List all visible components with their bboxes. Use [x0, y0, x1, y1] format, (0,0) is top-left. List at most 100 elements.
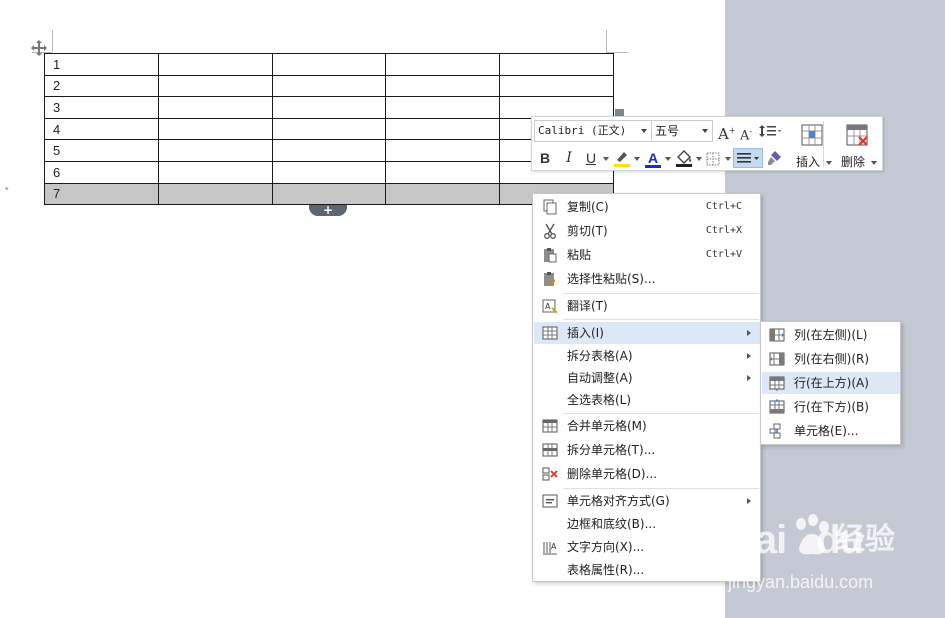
highlight-button[interactable] [612, 148, 632, 168]
table-cell[interactable] [157, 53, 273, 76]
font-size-select[interactable]: 五号 [651, 120, 713, 142]
menu-item-shortcut: Ctrl+C [705, 201, 742, 212]
table-cell[interactable] [271, 139, 387, 162]
menu-item-translate[interactable]: A 翻译(T) [534, 295, 760, 317]
italic-button[interactable]: I [562, 148, 576, 168]
table-cell[interactable] [385, 160, 501, 184]
menu-item-cut[interactable]: 剪切(T) Ctrl+X [534, 220, 760, 242]
menu-item-select-table[interactable]: 全选表格(L) [534, 389, 760, 411]
menu-item-label: 全选表格(L) [567, 393, 632, 407]
insert-col-left-icon [769, 327, 785, 343]
menu-item-shortcut: Ctrl+X [705, 225, 742, 236]
add-row-button[interactable]: + [309, 204, 347, 216]
insert-row-above-icon [769, 375, 785, 391]
table-row[interactable]: 7 [44, 182, 614, 206]
menu-item-label: 表格属性(R)... [567, 563, 645, 577]
table-cell[interactable] [157, 160, 273, 184]
table-row[interactable]: 5 [44, 139, 614, 162]
insert-table-button[interactable]: 插入 [790, 121, 834, 169]
grow-font-button[interactable]: A+ [718, 121, 736, 143]
menu-item-paste-special[interactable]: ? 选择性粘贴(S)... [534, 268, 760, 290]
chevron-right-icon [747, 353, 751, 359]
table-row[interactable]: 1 [44, 53, 614, 76]
submenu-item-row-below[interactable]: 行(在下方)(B) [762, 396, 900, 418]
shading-dropdown-caret[interactable] [696, 157, 702, 161]
highlight-dropdown-caret[interactable] [634, 157, 640, 161]
table-cell[interactable] [157, 117, 273, 141]
table-row[interactable]: 4 [44, 117, 614, 141]
table-cell[interactable] [385, 117, 501, 141]
table-cell[interactable]: 1 [44, 53, 159, 76]
submenu-item-col-left[interactable]: 列(在左侧)(L) [762, 324, 900, 346]
align-button[interactable] [733, 148, 763, 168]
menu-item-delete-cells[interactable]: 删除单元格(D)... [534, 463, 760, 485]
delete-table-button[interactable]: 删除 [835, 121, 879, 169]
table-cell[interactable] [385, 74, 501, 98]
font-name-select[interactable]: Calibri (正文) [534, 120, 652, 142]
underline-dropdown-caret[interactable] [603, 157, 609, 161]
scissors-icon [542, 223, 558, 239]
table-cell[interactable] [271, 160, 387, 184]
svg-text:A: A [545, 302, 551, 311]
table-cell[interactable] [385, 96, 501, 119]
table-cell[interactable] [499, 74, 614, 98]
table-row[interactable]: 3 [44, 96, 614, 119]
menu-item-split-table[interactable]: 拆分表格(A) [534, 345, 760, 367]
submenu-item-label: 单元格(E)... [794, 424, 859, 438]
table-cell[interactable] [157, 139, 273, 162]
line-spacing-icon [759, 125, 781, 137]
row-marker-icon: ▾ [5, 185, 9, 193]
table-cell[interactable] [271, 74, 387, 98]
menu-item-label: 插入(I) [567, 326, 604, 340]
paste-icon [542, 247, 558, 263]
table-cell[interactable] [157, 74, 273, 98]
delete-dropdown-caret[interactable] [871, 161, 877, 165]
format-painter-button[interactable] [765, 148, 785, 168]
underline-button[interactable]: U [584, 148, 598, 168]
menu-item-autofit[interactable]: 自动调整(A) [534, 367, 760, 389]
font-color-button[interactable]: A [644, 148, 662, 168]
chevron-down-icon [702, 129, 708, 133]
menu-item-label: 翻译(T) [567, 299, 608, 313]
menu-item-split-cells[interactable]: 拆分单元格(T)... [534, 439, 760, 461]
table-cell[interactable] [385, 53, 501, 76]
watermark-url: jingyan.baidu.com [728, 572, 874, 592]
submenu-item-label: 列(在右侧)(R) [794, 352, 870, 366]
menu-item-paste[interactable]: 粘贴 Ctrl+V [534, 244, 760, 266]
table-cell[interactable]: 3 [44, 96, 159, 119]
table-cell[interactable] [499, 53, 614, 76]
table-cell[interactable] [271, 96, 387, 119]
table-row[interactable]: 6 [44, 160, 614, 184]
table-cell[interactable]: 5 [44, 139, 159, 162]
table-cell[interactable] [157, 96, 273, 119]
font-color-dropdown-caret[interactable] [665, 157, 671, 161]
submenu-item-row-above[interactable]: 行(在上方)(A) [762, 372, 900, 394]
bold-button[interactable]: B [538, 148, 552, 168]
shading-button[interactable] [674, 148, 694, 168]
table-cell[interactable] [271, 53, 387, 76]
font-name-value: Calibri (正文) [538, 124, 627, 137]
menu-item-copy[interactable]: 复制(C) Ctrl+C [534, 196, 760, 218]
table-cell[interactable] [157, 182, 273, 206]
table-cell[interactable]: 4 [44, 117, 159, 141]
table-cell[interactable]: 6 [44, 160, 159, 184]
submenu-item-cell[interactable]: 单元格(E)... [762, 420, 900, 442]
submenu-item-col-right[interactable]: 列(在右侧)(R) [762, 348, 900, 370]
insert-table-icon [542, 325, 558, 341]
table-cell[interactable] [271, 117, 387, 141]
shrink-font-button[interactable]: A- [738, 122, 754, 143]
table-cell[interactable]: 7 [44, 182, 159, 206]
table-cell[interactable] [271, 182, 387, 206]
table-row[interactable]: 2 [44, 74, 614, 98]
table-cell[interactable] [385, 182, 501, 206]
menu-item-insert[interactable]: 插入(I) [534, 322, 760, 344]
document-table[interactable]: 1234567 [44, 53, 614, 206]
table-cell[interactable]: 2 [44, 74, 159, 98]
menu-item-merge-cells[interactable]: 合并单元格(M) [534, 415, 760, 437]
line-spacing-button[interactable] [758, 121, 782, 141]
borders-button[interactable] [704, 148, 722, 168]
borders-dropdown-caret[interactable] [725, 157, 731, 161]
table-cell[interactable] [385, 139, 501, 162]
submenu-item-label: 列(在左侧)(L) [794, 328, 868, 342]
menu-item-cell-alignment[interactable]: 单元格对齐方式(G) [534, 490, 760, 512]
